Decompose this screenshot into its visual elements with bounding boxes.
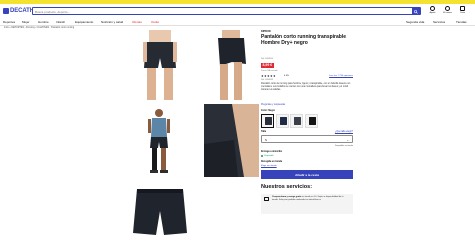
nav-item-ofertas[interactable]: Ofertas [132, 20, 142, 24]
nav-item-deportes[interactable]: Deportes [3, 20, 15, 24]
cart-label: Cesta [459, 12, 466, 14]
product-brand[interactable]: KIPRUN [261, 30, 271, 33]
model-side-image [218, 30, 246, 100]
product-photo-front[interactable] [119, 30, 201, 100]
help-button[interactable]: Ayuda [428, 6, 437, 17]
availability-status: Disponible [261, 155, 274, 157]
rating-value: 4.5/5 [284, 74, 289, 77]
stock-note: Disponible en tienda [334, 145, 353, 147]
nav-item-outlet[interactable]: Outlet [151, 20, 159, 24]
account-icon [445, 6, 450, 11]
price-badge: 8,99 € [261, 63, 274, 68]
available-dot-icon [261, 155, 263, 157]
cart-button[interactable]: Cesta [458, 6, 467, 17]
site-header: DECATHLON Ayuda Mi cuenta Cesta [0, 4, 475, 18]
choose-store-link[interactable]: Elegir una tienda [261, 165, 277, 167]
product-ref: Ref. 8494843 [261, 79, 274, 81]
account-button[interactable]: Mi cuenta [443, 6, 452, 17]
color-swatch-dark[interactable] [304, 114, 318, 128]
availability-text: Disponible [264, 155, 274, 157]
reviews-link[interactable]: Leer las 7 734 opiniones [329, 75, 353, 77]
rating-stars: ★★★★★ [261, 74, 276, 78]
cart-icon [460, 6, 465, 11]
store-icon [264, 197, 269, 201]
nav-item-mujer[interactable]: Mujer [22, 20, 30, 24]
delivery-label: Entrega a domicilio [261, 151, 283, 153]
product-description: Pantalón corto de running para hombre, l… [261, 83, 351, 92]
product-title: Pantalón corto running transpirable Homb… [261, 34, 347, 46]
size-select[interactable]: S ⌄ [261, 135, 353, 143]
add-to-cart-button[interactable]: Añadir a la cesta [261, 170, 353, 179]
search-button[interactable] [412, 8, 420, 15]
product-photo-detail[interactable] [204, 104, 259, 177]
size-value: S [265, 138, 267, 142]
services-title: Nuestros servicios: [261, 184, 313, 190]
color-swatch-black[interactable] [261, 114, 274, 128]
account-label: Mi cuenta [443, 12, 452, 14]
nav-item-equipamiento[interactable]: Equipamiento [75, 20, 93, 24]
nav-item-infantil[interactable]: Infantil [56, 20, 65, 24]
product-ref-top: Ref. 8494843 [261, 58, 274, 60]
main-nav: Deportes Mujer Hombre Infantil Equipamie… [0, 18, 475, 26]
search-input[interactable] [35, 9, 411, 14]
service-card: Compra ahora y recoge gratis en tienda e… [261, 194, 353, 214]
pickup-label: Recogida en tienda [261, 161, 283, 163]
color-swatch-grey[interactable] [290, 114, 303, 128]
product-photo-packshot[interactable] [119, 181, 201, 251]
service-text: Compra ahora y recoge gratis en tienda e… [272, 196, 350, 202]
product-photo-side[interactable] [204, 30, 259, 100]
nav-item-nutricion[interactable]: Nutrición y salud [101, 20, 123, 24]
nav-item-segunda-vida[interactable]: Segunda vida [406, 20, 424, 24]
search-icon [414, 9, 418, 14]
nav-item-hombre[interactable]: Hombre [38, 20, 49, 24]
chevron-down-icon: ⌄ [346, 138, 349, 142]
shorts-packshot-image [133, 189, 187, 235]
color-label: Color: Negro [261, 110, 276, 112]
breadcrumb[interactable]: Inicio › DEPORTES › Running › CALZONES ·… [4, 27, 74, 29]
model-front-image [143, 30, 177, 100]
service-text-bold: Compra ahora y recoge gratis [272, 196, 302, 198]
help-icon [430, 6, 435, 11]
nav-item-servicios[interactable]: Servicios [433, 20, 445, 24]
logo-mark-icon [3, 8, 9, 14]
fabric-detail-image [204, 104, 259, 177]
color-swatch-navy[interactable] [275, 114, 289, 128]
size-label: Talla [261, 131, 267, 133]
model-fullbody-image [148, 109, 170, 173]
product-photo-fullbody[interactable] [119, 104, 201, 177]
tax-note: Precio IVA incluido [261, 70, 278, 72]
qa-link[interactable]: Preguntas y respuestas [261, 104, 285, 106]
color-swatches [261, 114, 318, 128]
nav-item-tiendas[interactable]: Tiendas [456, 20, 467, 24]
help-label: Ayuda [429, 12, 436, 14]
search-bar [32, 7, 421, 15]
size-guide-link[interactable]: ¿Qué talla elegir? [335, 131, 353, 133]
